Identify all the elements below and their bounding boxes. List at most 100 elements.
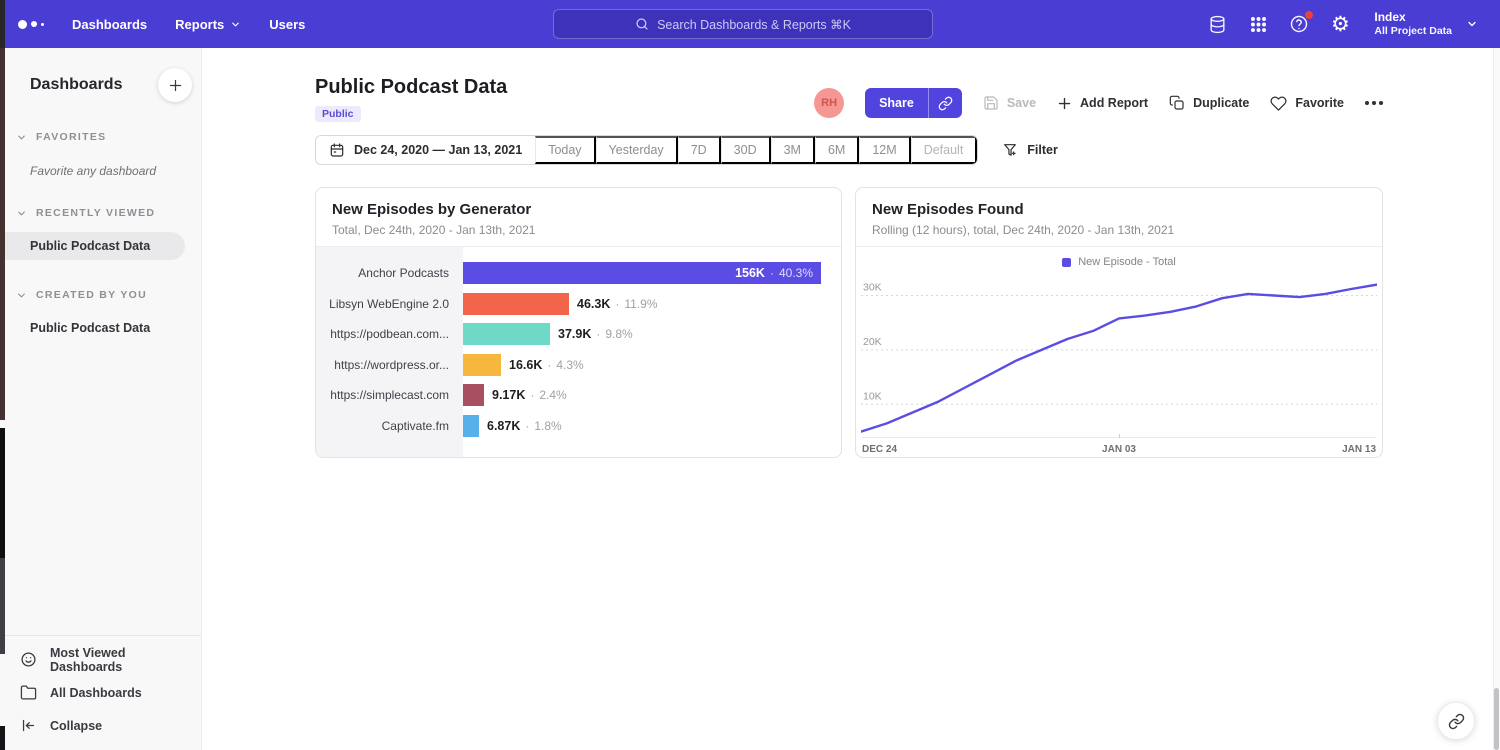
sidebar-item-public-podcast-data[interactable]: Public Podcast Data xyxy=(0,314,201,342)
top-nav: Dashboards Reports Users Search Dashboards… xyxy=(0,0,1500,48)
bar-row[interactable]: Anchor Podcasts156K·40.3% xyxy=(316,258,841,289)
sidebar-section-header[interactable]: CREATED BY YOU xyxy=(16,289,201,301)
add-report-button[interactable]: Add Report xyxy=(1057,96,1148,111)
bar-segment[interactable] xyxy=(463,323,550,345)
sidebar-item-public-podcast-data[interactable]: Public Podcast Data xyxy=(0,232,185,260)
copy-link-button[interactable] xyxy=(928,88,962,118)
screen-edge-artifact xyxy=(0,558,5,654)
nav-link-label: Reports xyxy=(175,17,224,32)
svg-text:20K: 20K xyxy=(863,336,882,348)
collapse-icon xyxy=(20,717,37,734)
preset-today[interactable]: Today xyxy=(535,136,595,164)
bar-chart-card[interactable]: New Episodes by Generator Total, Dec 24t… xyxy=(315,187,842,458)
bar-segment[interactable] xyxy=(463,293,569,315)
line-chart-card[interactable]: New Episodes Found Rolling (12 hours), t… xyxy=(855,187,1383,458)
legend-swatch xyxy=(1062,258,1071,267)
preset-12m[interactable]: 12M xyxy=(859,136,910,164)
more-options-button[interactable] xyxy=(1365,97,1383,109)
link-icon xyxy=(1448,713,1465,730)
page-head: Public Podcast Data Public xyxy=(315,76,507,122)
save-button[interactable]: Save xyxy=(983,95,1036,111)
avatar[interactable]: RH xyxy=(814,88,844,118)
preset-default[interactable]: Default xyxy=(911,136,978,164)
sidebar-footer-item-all-dashboards[interactable]: All Dashboards xyxy=(0,676,201,709)
bar-category-label: https://simplecast.com xyxy=(316,388,463,402)
project-switcher[interactable]: Index All Project Data xyxy=(1374,10,1478,38)
bar-segment[interactable] xyxy=(463,384,484,406)
bar-segment[interactable] xyxy=(463,354,501,376)
nav-link-dashboards[interactable]: Dashboards xyxy=(72,17,147,32)
bar-segment[interactable] xyxy=(463,415,479,437)
search-input[interactable]: Search Dashboards & Reports ⌘K xyxy=(553,9,933,39)
scrollbar-track[interactable] xyxy=(1493,48,1500,750)
sidebar-sections: FAVORITES Favorite any dashboard RECENTLY … xyxy=(0,131,201,342)
duplicate-button[interactable]: Duplicate xyxy=(1169,95,1249,111)
nav-link-users[interactable]: Users xyxy=(269,17,305,32)
sidebar-footer-item-most-viewed-dashboards[interactable]: Most Viewed Dashboards xyxy=(0,643,201,676)
bar-row[interactable]: https://wordpress.or...16.6K·4.3% xyxy=(316,350,841,381)
line-chart-svg: 10K 20K 30K xyxy=(861,271,1377,437)
x-tick-label-last: JAN 13 xyxy=(1342,444,1376,455)
smiley-icon xyxy=(20,651,37,668)
bar-category-label: Libsyn WebEngine 2.0 xyxy=(316,297,463,311)
filter-label: Filter xyxy=(1027,143,1058,157)
project-name: Index xyxy=(1374,10,1452,25)
line-chart-title: New Episodes Found xyxy=(872,201,1366,218)
share-link-fab[interactable] xyxy=(1437,702,1475,740)
preset-7d[interactable]: 7D xyxy=(678,136,721,164)
filter-button[interactable]: Filter xyxy=(1002,142,1058,158)
apps-grid-icon[interactable] xyxy=(1247,13,1269,35)
preset-30d[interactable]: 30D xyxy=(721,136,771,164)
help-icon[interactable] xyxy=(1288,13,1310,35)
preset-3m[interactable]: 3M xyxy=(771,136,815,164)
bar-segment[interactable]: 156K·40.3% xyxy=(463,262,821,284)
bar-value-label: 16.6K·4.3% xyxy=(509,358,584,372)
bar-value-label: 37.9K·9.8% xyxy=(558,327,633,341)
screen-edge-artifact xyxy=(0,726,5,750)
favorite-button[interactable]: Favorite xyxy=(1270,95,1344,112)
screen-edge-artifact xyxy=(0,428,5,558)
sidebar-footer-item-collapse[interactable]: Collapse xyxy=(0,709,201,742)
settings-gear-icon[interactable] xyxy=(1329,13,1351,35)
nav-right-group: Index All Project Data xyxy=(1206,10,1500,38)
mixpanel-logo-icon[interactable] xyxy=(18,20,44,29)
bar-row[interactable]: https://podbean.com...37.9K·9.8% xyxy=(316,319,841,350)
bar-value-label: 6.87K·1.8% xyxy=(487,419,562,433)
sidebar-section-header[interactable]: FAVORITES xyxy=(16,131,201,143)
bar-row[interactable]: Libsyn WebEngine 2.0 46.3K·11.9% xyxy=(316,289,841,320)
share-button[interactable]: Share xyxy=(865,88,962,118)
nav-link-reports[interactable]: Reports xyxy=(175,17,241,32)
preset-6m[interactable]: 6M xyxy=(815,136,859,164)
sidebar-empty-text: Favorite any dashboard xyxy=(30,164,201,178)
header-actions: RH Share Save Add Report Duplicate xyxy=(814,88,1383,118)
data-icon[interactable] xyxy=(1206,13,1228,35)
scrollbar-thumb[interactable] xyxy=(1494,688,1499,750)
page-title: Public Podcast Data xyxy=(315,76,507,99)
x-tick-label-middle: JAN 03 xyxy=(1102,444,1136,455)
preset-yesterday[interactable]: Yesterday xyxy=(596,136,678,164)
svg-text:10K: 10K xyxy=(863,390,882,402)
date-row: Dec 24, 2020 — Jan 13, 2021 TodayYesterd… xyxy=(315,135,1058,165)
bar-chart-title: New Episodes by Generator xyxy=(332,201,825,218)
bar-value-label: 46.3K·11.9% xyxy=(577,297,658,311)
line-chart-subtitle: Rolling (12 hours), total, Dec 24th, 202… xyxy=(872,223,1366,237)
sidebar-footer-label: Most Viewed Dashboards xyxy=(50,646,201,674)
svg-text:30K: 30K xyxy=(863,282,882,294)
bar-area: 6.87K·1.8% xyxy=(463,411,841,442)
line-chart-body: New Episode - Total 10K20K30K DEC 24 JAN… xyxy=(856,246,1382,457)
bar-row[interactable]: Captivate.fm6.87K·1.8% xyxy=(316,411,841,442)
sidebar-section-header[interactable]: RECENTLY VIEWED xyxy=(16,207,201,219)
share-button-label[interactable]: Share xyxy=(865,88,928,118)
sidebar-section-label: RECENTLY VIEWED xyxy=(36,207,155,219)
plus-icon xyxy=(1057,96,1072,111)
sidebar-footer-label: Collapse xyxy=(50,719,102,733)
date-presets: TodayYesterday7D30D3M6M12MDefault xyxy=(535,136,977,164)
add-dashboard-button[interactable] xyxy=(158,68,192,102)
date-range-button[interactable]: Dec 24, 2020 — Jan 13, 2021 xyxy=(316,136,535,164)
chevron-down-icon xyxy=(16,290,27,301)
copy-icon xyxy=(1169,95,1185,111)
bar-row[interactable]: https://simplecast.com9.17K·2.4% xyxy=(316,380,841,411)
bar-area: 46.3K·11.9% xyxy=(463,289,841,320)
folder-icon xyxy=(20,684,37,701)
chevron-down-icon xyxy=(16,132,27,143)
